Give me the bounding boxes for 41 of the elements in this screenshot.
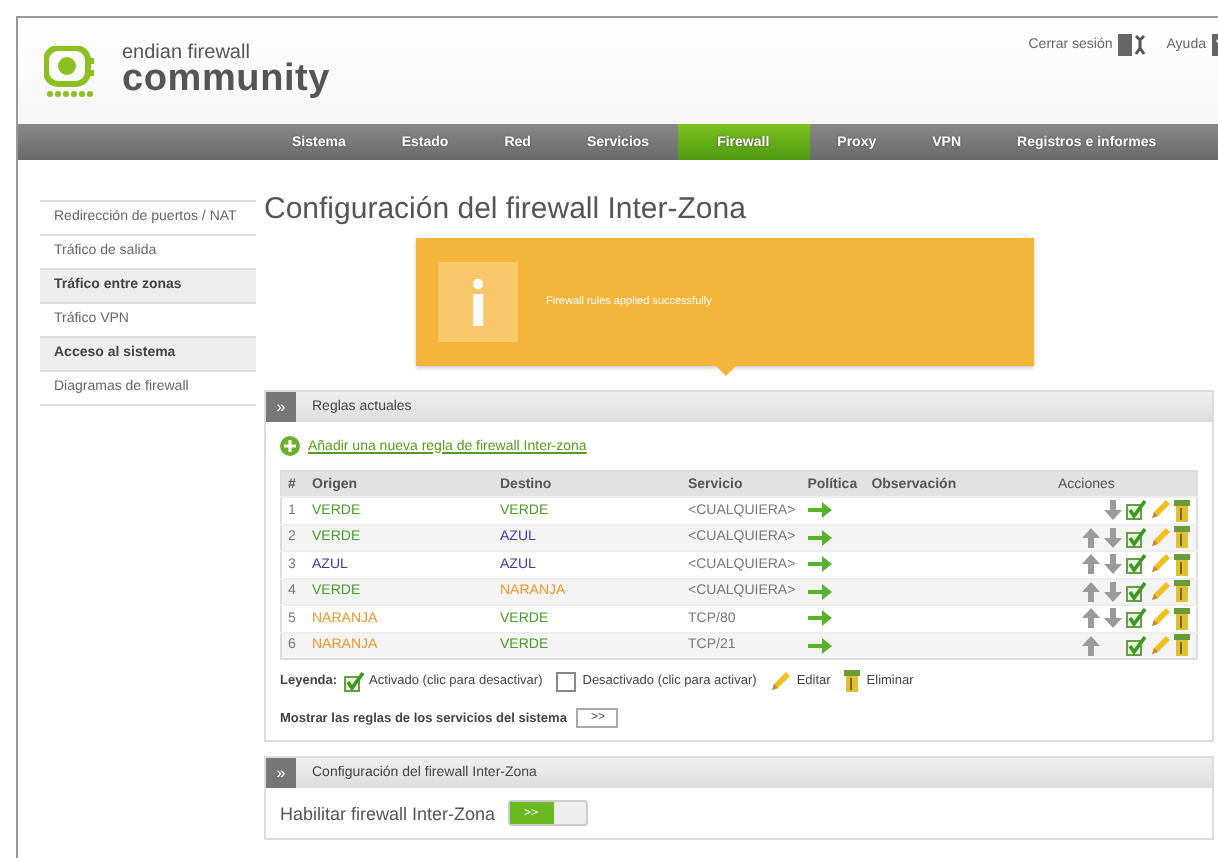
exit-door-icon [1118, 34, 1147, 56]
checkbox-checked-icon[interactable] [1126, 554, 1146, 575]
collapse-toggle[interactable]: » [266, 392, 296, 422]
up-arrow-icon[interactable] [1082, 608, 1100, 629]
up-arrow-icon[interactable] [1082, 635, 1100, 656]
pencil-icon[interactable] [1150, 581, 1170, 602]
down-arrow-icon[interactable] [1104, 554, 1122, 575]
trash-icon[interactable] [1174, 634, 1190, 657]
trash-icon[interactable] [1174, 526, 1190, 549]
up-arrow-icon[interactable] [1082, 581, 1100, 602]
up-arrow-icon[interactable] [1082, 527, 1100, 548]
checkbox-checked-icon[interactable] [1126, 527, 1146, 548]
add-icon [280, 436, 300, 456]
pencil-icon[interactable] [1150, 608, 1170, 629]
checkbox-icon [556, 671, 577, 691]
checkbox-checked-icon[interactable] [1126, 608, 1146, 629]
down-arrow-icon[interactable] [1104, 581, 1122, 602]
trash-icon[interactable] [1174, 553, 1190, 576]
page-title: Configuración del firewall Inter-Zona [264, 192, 748, 230]
down-arrow-icon[interactable] [1104, 527, 1122, 548]
enable-label: Habilitar firewall Inter-Zona [280, 803, 496, 823]
pencil-icon[interactable] [1150, 554, 1170, 575]
logo-text: endian firewall [122, 44, 250, 64]
pencil-icon[interactable] [1150, 500, 1170, 521]
checkbox-checked-icon[interactable] [1126, 635, 1146, 656]
down-arrow-icon[interactable] [1104, 500, 1122, 521]
checkbox-checked-icon[interactable] [1126, 500, 1146, 521]
trash-icon[interactable] [1174, 499, 1190, 522]
checkbox-checked-icon [343, 671, 364, 691]
down-arrow-icon[interactable] [1104, 608, 1122, 629]
checkbox-checked-icon[interactable] [1126, 581, 1146, 602]
logo-text: community [122, 60, 331, 98]
trash-icon[interactable] [1174, 580, 1190, 603]
pencil-icon[interactable] [1150, 635, 1170, 656]
info-icon [468, 278, 488, 326]
up-arrow-icon[interactable] [1082, 554, 1100, 575]
trash-icon[interactable] [1174, 607, 1190, 630]
pencil-icon[interactable] [1150, 527, 1170, 548]
pencil-icon [770, 671, 791, 691]
trash-icon [844, 670, 861, 692]
collapse-toggle[interactable]: » [266, 758, 296, 788]
